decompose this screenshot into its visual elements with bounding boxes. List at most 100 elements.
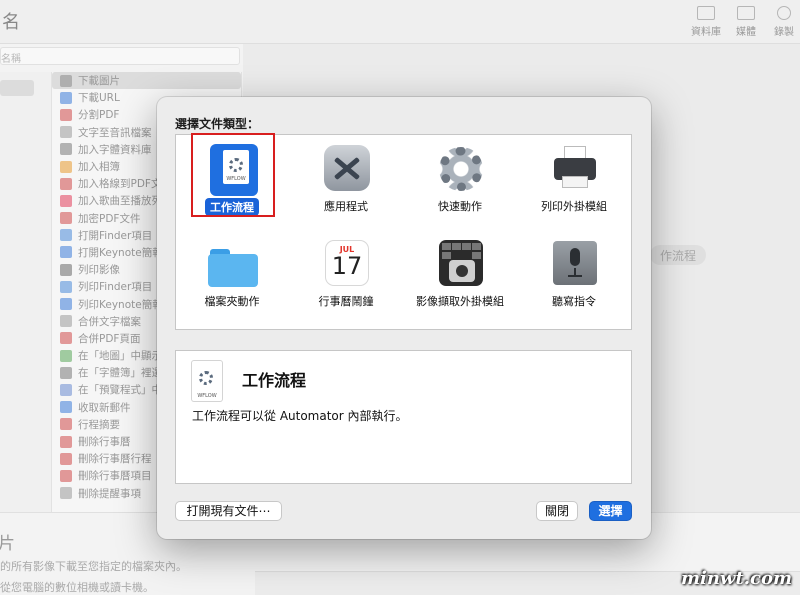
library-button[interactable]: 資料庫 [686, 6, 726, 38]
action-label: 刪除行事曆 [78, 436, 131, 449]
action-list-item[interactable]: 下載圖片 [52, 72, 241, 90]
action-label: 文字至音訊檔案 [78, 126, 152, 139]
action-label: 在「字體簿」裡選 [78, 367, 162, 380]
type-folder-action[interactable]: 檔案夾動作 [176, 239, 288, 309]
media-button[interactable]: 媒體 [726, 6, 766, 38]
application-icon [324, 145, 370, 191]
workflow-hint: 作流程 [650, 245, 707, 265]
action-icon [60, 126, 72, 139]
action-label: 刪除行事曆行程 [78, 453, 152, 466]
type-image-capture-label: 影像擷取外掛模組 [416, 295, 504, 308]
action-label: 加入格線到PDF文 [78, 178, 162, 191]
media-icon [737, 6, 755, 20]
open-existing-document-button[interactable]: 打開現有文件⋯ [175, 501, 282, 521]
action-label: 下載URL [78, 92, 120, 105]
type-dictation-command-label: 聽寫指令 [552, 295, 596, 308]
image-capture-icon [439, 240, 483, 286]
action-icon [60, 332, 72, 345]
action-icon [60, 469, 72, 482]
description-text: 工作流程可以從 Automator 內部執行。 [192, 409, 408, 423]
action-icon [60, 366, 72, 379]
type-quick-action-label: 快速動作 [438, 200, 482, 213]
action-description-title: 片 [0, 534, 15, 554]
action-label: 加入字體資料庫 [78, 143, 152, 156]
dialog-prompt: 選擇文件類型： [175, 117, 260, 131]
action-label: 列印Finder項目 [78, 281, 153, 294]
description-title: 工作流程 [242, 371, 307, 390]
description-icon-caption: WFLOW [197, 393, 217, 399]
action-icon [60, 74, 72, 87]
action-icon [60, 143, 72, 156]
library-selected-item[interactable] [0, 80, 34, 96]
type-calendar-alarm[interactable]: JUL 17 行事曆鬧鐘 [290, 239, 402, 309]
media-label: 媒體 [736, 27, 756, 38]
window-title: 名 [2, 12, 20, 33]
action-icon [60, 315, 72, 328]
close-button[interactable]: 關閉 [536, 501, 578, 521]
action-label: 加密PDF文件 [78, 212, 141, 225]
type-application[interactable]: 應用程式 [290, 144, 402, 214]
type-application-label: 應用程式 [324, 200, 368, 213]
action-icon [60, 418, 72, 431]
choose-button[interactable]: 選擇 [589, 501, 632, 521]
action-label: 加入相簿 [78, 161, 120, 174]
action-icon [60, 487, 72, 500]
library-label: 資料庫 [691, 27, 721, 38]
action-icon [60, 160, 72, 173]
action-label: 合併PDF頁面 [78, 332, 141, 345]
watermark: minwt.com [680, 568, 792, 589]
action-label: 列印Keynote簡報 [78, 298, 163, 311]
gear-icon [439, 147, 483, 191]
action-label: 刪除行事曆項目 [78, 470, 152, 483]
folder-icon [208, 249, 258, 287]
action-icon [60, 212, 72, 225]
action-icon [60, 349, 72, 362]
action-label: 合併文字檔案 [78, 315, 141, 328]
action-label: 刪除提醒事項 [78, 487, 141, 500]
action-icon [60, 435, 72, 448]
type-folder-action-label: 檔案夾動作 [204, 295, 260, 308]
type-dictation-command[interactable]: 聽寫指令 [518, 239, 630, 309]
action-icon [60, 246, 72, 259]
action-label: 加入歌曲至播放列 [78, 195, 162, 208]
action-icon [60, 298, 72, 311]
action-icon [60, 263, 72, 276]
action-label: 分割PDF [78, 109, 120, 122]
action-label: 打開Keynote簡報 [78, 246, 163, 259]
type-description-panel: WFLOW 工作流程 工作流程可以從 Automator 內部執行。 [175, 350, 632, 484]
action-icon [60, 280, 72, 293]
type-image-capture-plugin[interactable]: 影像擷取外掛模組 [404, 239, 516, 309]
choose-document-type-dialog: 選擇文件類型： WFLOW 工作流程 應用程式 快速動作 列印外掛模組 檔案夾動… [157, 97, 651, 539]
record-button[interactable]: 錄製 [768, 6, 800, 38]
action-label: 在「地圖」中顯示 [78, 350, 162, 363]
action-icon [60, 401, 72, 414]
action-label: 收取新郵件 [78, 401, 131, 414]
microphone-icon [553, 241, 597, 285]
action-search-input[interactable]: 名稱 [0, 47, 240, 65]
action-icon [60, 194, 72, 207]
action-icon [60, 108, 72, 121]
action-icon [60, 383, 72, 396]
window-titlebar: 名 資料庫 媒體 錄製 [0, 0, 800, 44]
type-print-plugin[interactable]: 列印外掛模組 [518, 144, 630, 214]
action-icon [60, 229, 72, 242]
type-calendar-alarm-label: 行事曆鬧鐘 [318, 295, 374, 308]
action-icon [60, 91, 72, 104]
action-description-line1: 的所有影像下載至您指定的檔案夾內。 [0, 560, 187, 573]
calendar-icon: JUL 17 [326, 241, 368, 285]
type-quick-action[interactable]: 快速動作 [404, 144, 516, 214]
type-print-plugin-label: 列印外掛模組 [541, 200, 607, 213]
action-label: 打開Finder項目 [78, 229, 153, 242]
action-label: 下載圖片 [78, 75, 120, 88]
action-label: 列印影像 [78, 264, 120, 277]
highlight-box [191, 133, 275, 217]
action-description-line2: 從您電腦的數位相機或讀卡機。 [0, 581, 154, 594]
record-label: 錄製 [774, 27, 794, 38]
library-icon [697, 6, 715, 20]
printer-icon [554, 146, 596, 190]
action-label: 在「預覽程式」中 [78, 384, 162, 397]
action-icon [60, 177, 72, 190]
calendar-day: 17 [331, 252, 363, 280]
document-type-grid: WFLOW 工作流程 應用程式 快速動作 列印外掛模組 檔案夾動作 JUL 17… [175, 133, 632, 330]
workflow-document-icon: WFLOW [192, 361, 222, 401]
